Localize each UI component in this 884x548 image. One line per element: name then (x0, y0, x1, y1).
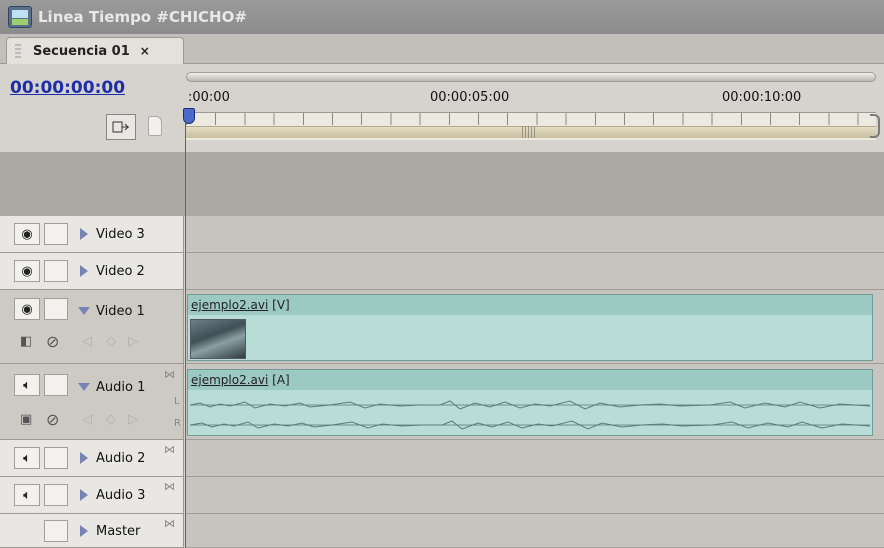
track-lane-audio2[interactable] (185, 440, 884, 477)
track-name: Video 2 (96, 264, 145, 279)
prev-keyframe-icon[interactable]: ◁ (82, 334, 92, 349)
next-keyframe-icon[interactable]: ▷ (128, 334, 138, 349)
add-keyframe-icon[interactable]: ◇ (106, 334, 116, 349)
expand-triangle-icon[interactable] (80, 228, 88, 240)
set-marker-icon[interactable] (148, 116, 162, 136)
clip-tag: [A] (272, 373, 290, 387)
timeline-header-controls: 00:00:00:00 (0, 64, 184, 152)
sync-icon: ⋈ (164, 517, 175, 530)
empty-track-space (184, 152, 884, 216)
tab-label: Secuencia 01 (33, 43, 130, 59)
expand-triangle-icon[interactable] (80, 525, 88, 537)
keyframes-toggle-icon[interactable]: ⊘ (46, 332, 59, 351)
display-style-icon[interactable]: ◧ (20, 334, 32, 349)
lock-icon[interactable] (44, 374, 68, 396)
sync-icon: ⋈ (164, 480, 175, 493)
lock-icon[interactable] (44, 447, 68, 469)
sync-icon: ⋈ (164, 443, 175, 456)
current-timecode[interactable]: 00:00:00:00 (10, 78, 125, 98)
track-header-video1[interactable]: ◉ Video 1 ◧ ⊘ ◁ ◇ ▷ (0, 290, 184, 364)
track-name: Master (96, 524, 141, 539)
expand-triangle-icon[interactable] (80, 452, 88, 464)
ruler-label-0: :00:00 (188, 90, 230, 105)
clip-name: ejemplo2.avi [A] (188, 370, 872, 390)
ruler-ticks (186, 113, 876, 125)
channel-label-right: R (174, 418, 181, 429)
track-header-master[interactable]: Master ⋈ (0, 514, 184, 548)
lock-icon[interactable] (44, 223, 68, 245)
close-icon[interactable]: × (140, 44, 150, 58)
track-lane-video3[interactable] (185, 216, 884, 253)
time-ruler[interactable] (186, 112, 876, 140)
track-lane-video2[interactable] (185, 253, 884, 290)
channel-label-left: L (174, 396, 180, 407)
track-lane-audio3[interactable] (185, 477, 884, 514)
eye-icon[interactable]: ◉ (14, 298, 40, 320)
track-name: Audio 1 (96, 380, 146, 395)
collapse-triangle-icon[interactable] (78, 383, 90, 391)
clip-name: ejemplo2.avi [V] (188, 295, 872, 315)
add-keyframe-icon[interactable]: ◇ (106, 412, 116, 427)
tab-sequence[interactable]: Secuencia 01 × (6, 37, 184, 64)
snap-icon[interactable] (106, 114, 136, 140)
eye-icon[interactable]: ◉ (14, 223, 40, 245)
clip-thumbnail (190, 319, 246, 359)
playhead-line[interactable] (185, 122, 186, 548)
track-name: Audio 2 (96, 451, 146, 466)
lock-icon[interactable] (44, 520, 68, 542)
work-area-end-icon[interactable] (870, 114, 880, 138)
next-keyframe-icon[interactable]: ▷ (128, 412, 138, 427)
window-titlebar: Linea Tiempo #CHICHO# (0, 0, 884, 34)
track-name: Video 3 (96, 227, 145, 242)
window-title: Linea Tiempo #CHICHO# (38, 8, 247, 26)
audio-clip[interactable]: ejemplo2.avi [A] (187, 369, 873, 436)
time-ruler-area: :00:00 00:00:05:00 00:00:10:00 (184, 64, 884, 152)
clip-file: ejemplo2.avi (191, 298, 269, 312)
lock-icon[interactable] (44, 484, 68, 506)
track-name: Video 1 (96, 304, 145, 319)
clip-file: ejemplo2.avi (191, 373, 269, 387)
speaker-icon[interactable]: 🔈︎ (14, 484, 40, 506)
lock-icon[interactable] (44, 260, 68, 282)
collapse-triangle-icon[interactable] (78, 307, 90, 315)
keyframes-toggle-icon[interactable]: ⊘ (46, 410, 59, 429)
timeline-app-icon (8, 6, 32, 28)
prev-keyframe-icon[interactable]: ◁ (82, 412, 92, 427)
sync-icon: ⋈ (164, 368, 175, 381)
work-area-grip-icon[interactable] (522, 126, 536, 138)
ruler-label-10s: 00:00:10:00 (722, 90, 802, 105)
empty-header-space (0, 152, 184, 216)
eye-icon[interactable]: ◉ (14, 260, 40, 282)
zoom-scrollbar[interactable] (186, 72, 876, 82)
track-lane-master[interactable] (185, 514, 884, 548)
tab-bar: Secuencia 01 × (0, 34, 884, 64)
waveform-display-icon[interactable]: ▣ (20, 412, 32, 427)
waveform-right (190, 420, 870, 430)
track-header-audio1[interactable]: 🔈︎ Audio 1 ⋈ ▣ ⊘ ◁ ◇ ▷ L R (0, 364, 184, 440)
expand-triangle-icon[interactable] (80, 265, 88, 277)
track-name: Audio 3 (96, 488, 146, 503)
speaker-icon[interactable]: 🔈︎ (14, 374, 40, 396)
grip-icon[interactable] (15, 44, 21, 60)
ruler-label-5s: 00:00:05:00 (430, 90, 510, 105)
speaker-icon[interactable]: 🔈︎ (14, 447, 40, 469)
track-header-video3[interactable]: ◉ Video 3 (0, 216, 184, 253)
track-header-audio2[interactable]: 🔈︎ Audio 2 ⋈ (0, 440, 184, 477)
lock-icon[interactable] (44, 298, 68, 320)
clip-tag: [V] (272, 298, 290, 312)
video-clip[interactable]: ejemplo2.avi [V] (187, 294, 873, 361)
expand-triangle-icon[interactable] (80, 489, 88, 501)
track-header-audio3[interactable]: 🔈︎ Audio 3 ⋈ (0, 477, 184, 514)
waveform-left (190, 400, 870, 410)
track-header-video2[interactable]: ◉ Video 2 (0, 253, 184, 290)
